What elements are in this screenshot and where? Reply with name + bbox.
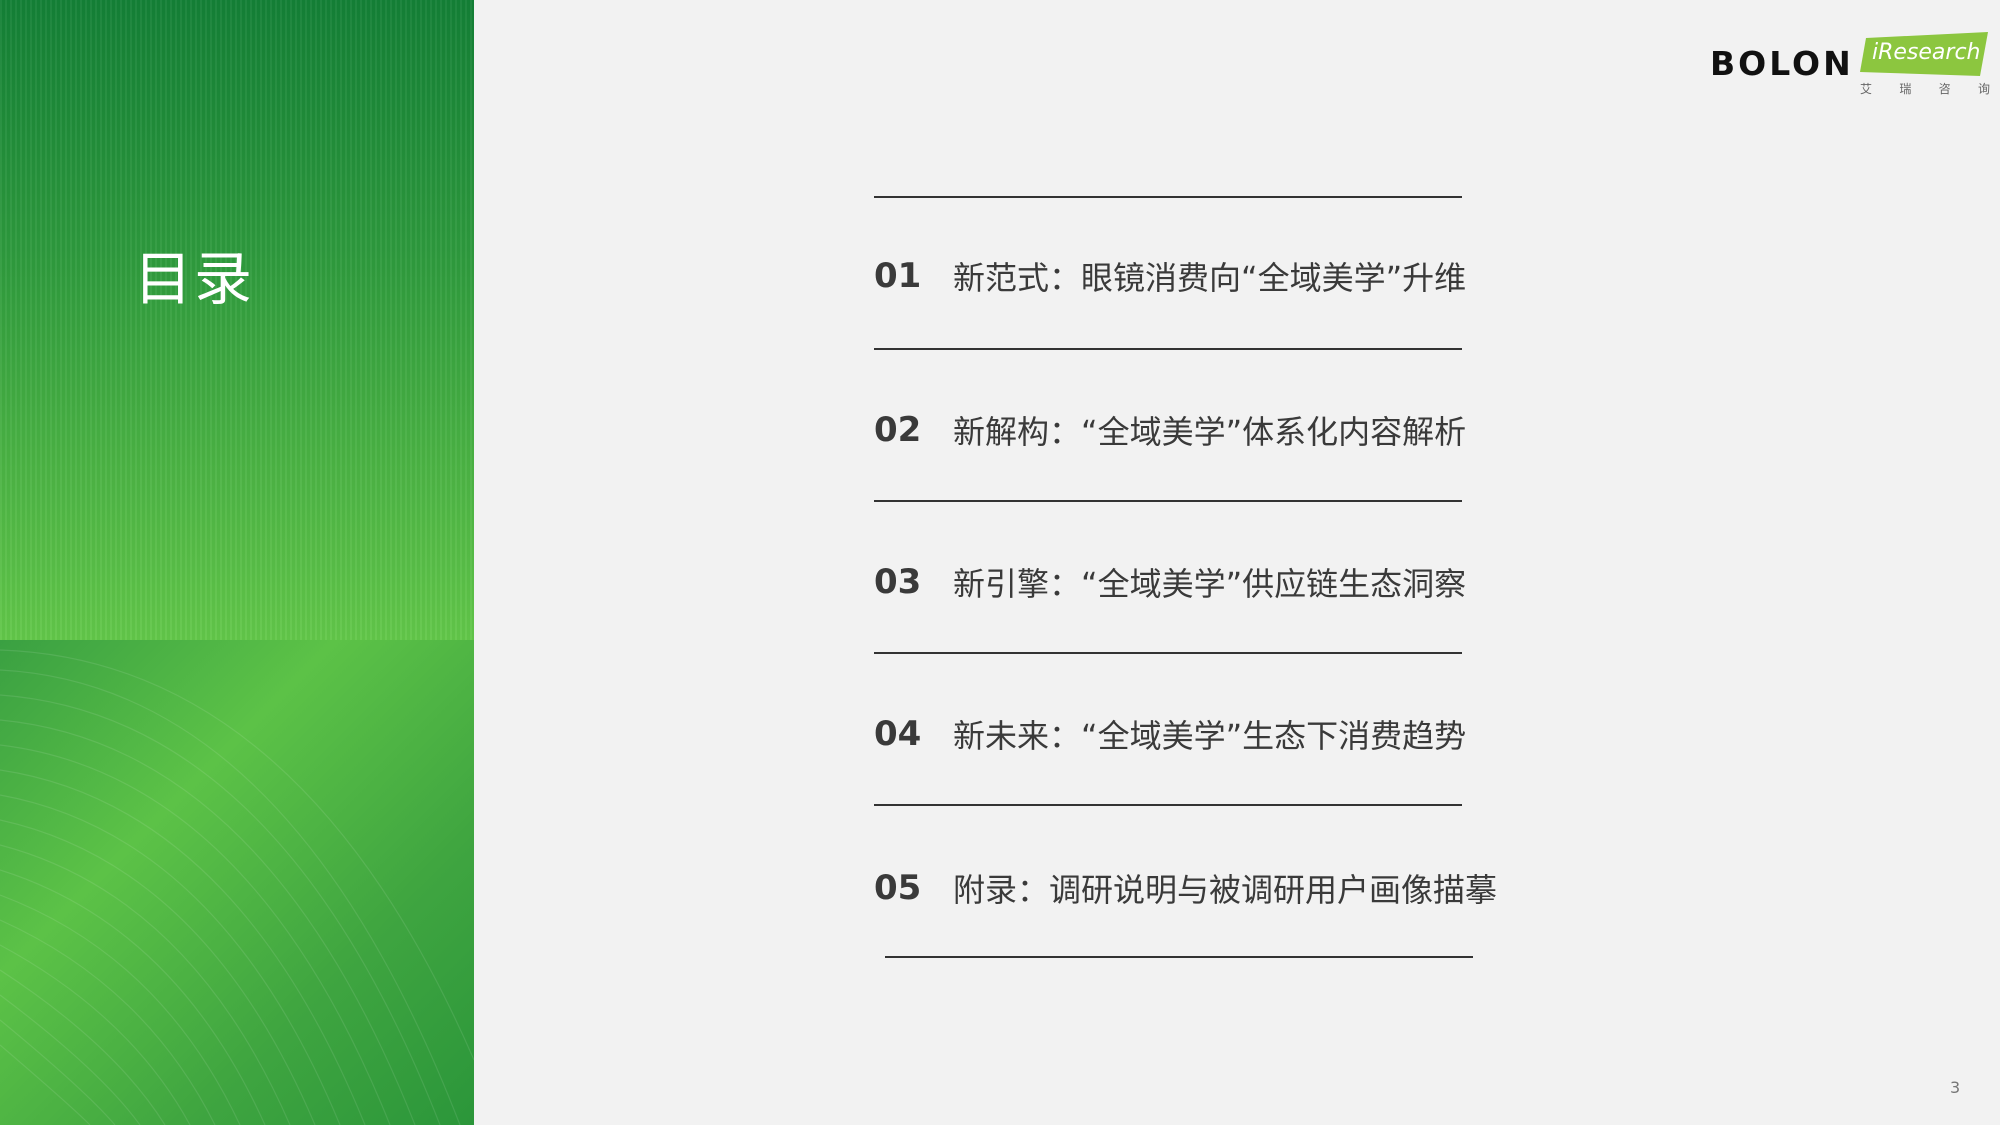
- toc-item-number: 05: [874, 868, 922, 908]
- toc-item-text: 附录：调研说明与被调研用户画像描摹: [953, 871, 1498, 909]
- iresearch-cn-name: 艾 瑞 咨 询: [1860, 82, 1990, 96]
- iresearch-logo: iResearch: [1860, 32, 1988, 78]
- toc-item-02[interactable]: 02 新解构：“全域美学”体系化内容解析: [874, 400, 1466, 460]
- curve-lines-decoration: [0, 649, 474, 1125]
- toc-divider: [874, 652, 1462, 654]
- toc-item-text: 新范式：眼镜消费向“全域美学”升维: [953, 259, 1467, 297]
- iresearch-logo-text: iResearch: [1872, 40, 1981, 65]
- toc-item-number: 01: [874, 256, 922, 296]
- logo: BOLON iResearch 艾 瑞 咨 询: [1710, 32, 1990, 98]
- toc-item-01[interactable]: 01 新范式：眼镜消费向“全域美学”升维: [874, 246, 1466, 306]
- sidebar-stripe-area: [0, 0, 474, 640]
- toc-divider: [874, 348, 1462, 350]
- toc-item-number: 03: [874, 562, 922, 602]
- toc-divider: [874, 804, 1462, 806]
- toc-item-number: 02: [874, 410, 922, 450]
- toc-divider: [874, 196, 1462, 198]
- sidebar-panel: 目录: [0, 0, 474, 1125]
- toc-divider: [874, 500, 1462, 502]
- toc-item-05[interactable]: 05 附录：调研说明与被调研用户画像描摹: [874, 858, 1497, 918]
- sidebar-curve-area: [0, 640, 474, 1125]
- toc-item-03[interactable]: 03 新引擎：“全域美学”供应链生态洞察: [874, 552, 1466, 612]
- toc-heading: 目录: [134, 245, 255, 313]
- toc-item-text: 新未来：“全域美学”生态下消费趋势: [953, 717, 1467, 755]
- toc-item-text: 新引擎：“全域美学”供应链生态洞察: [953, 565, 1467, 603]
- toc-item-04[interactable]: 04 新未来：“全域美学”生态下消费趋势: [874, 704, 1466, 764]
- toc-item-text: 新解构：“全域美学”体系化内容解析: [953, 413, 1467, 451]
- toc-divider: [885, 956, 1473, 958]
- bolon-logo-text: BOLON: [1710, 44, 1854, 83]
- page-number: 3: [1950, 1078, 1961, 1097]
- toc-item-number: 04: [874, 714, 922, 754]
